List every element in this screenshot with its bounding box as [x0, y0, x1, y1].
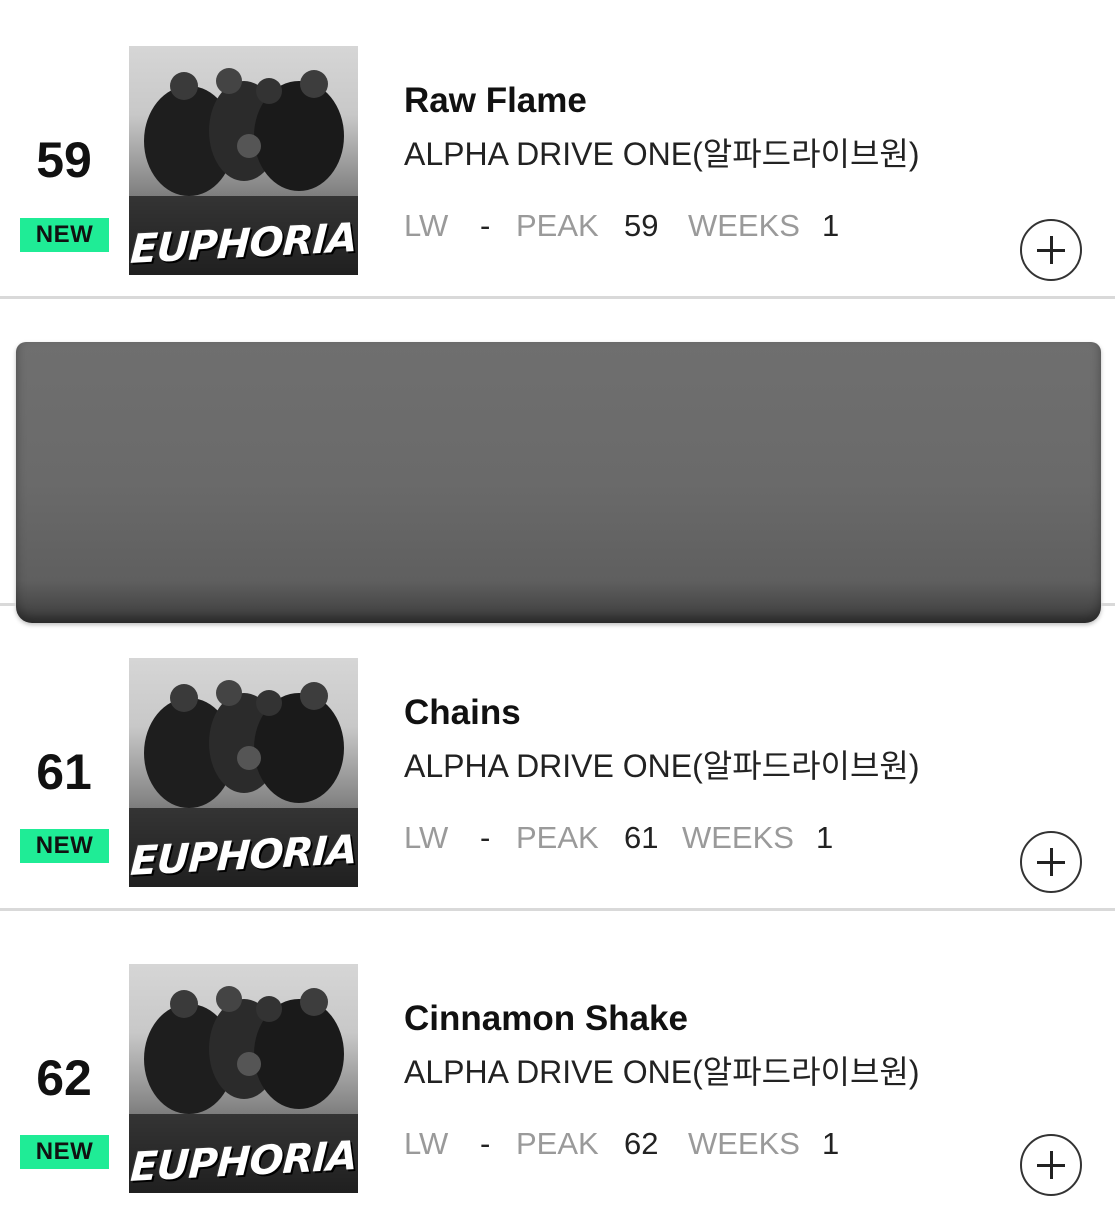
row-divider [0, 908, 1115, 911]
rank-number: 61 [36, 744, 92, 800]
last-week-value: - [480, 208, 491, 243]
chart-entry[interactable]: 62 NEW EUPHORIA Cinnamon Shake ALPHA DRI… [0, 918, 1115, 1218]
peak-value: 59 [624, 208, 659, 243]
weeks-value: 1 [816, 820, 834, 855]
row-divider [0, 296, 1115, 299]
song-title[interactable]: Raw Flame [404, 81, 587, 121]
new-badge: NEW [20, 1135, 109, 1169]
artist-name[interactable]: ALPHA DRIVE ONE(알파드라이브원) [404, 134, 920, 174]
peak-label: PEAK [516, 208, 599, 243]
rank-number: 59 [36, 132, 92, 188]
row-divider [0, 603, 16, 606]
peak-label: PEAK [516, 1126, 599, 1161]
peak-label: PEAK [516, 820, 599, 855]
peak-value: 61 [624, 820, 659, 855]
last-week-label: LW [404, 820, 449, 855]
weeks-value: 1 [822, 1126, 840, 1161]
redaction-overlay [16, 342, 1101, 623]
album-cover[interactable]: EUPHORIA [129, 964, 358, 1193]
peak-value: 62 [624, 1126, 659, 1161]
artist-name[interactable]: ALPHA DRIVE ONE(알파드라이브원) [404, 746, 920, 786]
album-cover[interactable]: EUPHORIA [129, 46, 358, 275]
chart-entry[interactable]: 61 NEW EUPHORIA Chains ALPHA DRIVE ONE(알… [0, 612, 1115, 912]
add-to-playlist-button[interactable] [1020, 831, 1082, 893]
artist-name[interactable]: ALPHA DRIVE ONE(알파드라이브원) [404, 1052, 920, 1092]
weeks-label: WEEKS [688, 208, 800, 243]
add-to-playlist-button[interactable] [1020, 219, 1082, 281]
weeks-label: WEEKS [688, 1126, 800, 1161]
last-week-value: - [480, 1126, 491, 1161]
rank-number: 62 [36, 1050, 92, 1106]
new-badge: NEW [20, 829, 109, 863]
weeks-value: 1 [822, 208, 840, 243]
album-cover[interactable]: EUPHORIA [129, 658, 358, 887]
last-week-label: LW [404, 1126, 449, 1161]
weeks-label: WEEKS [682, 820, 794, 855]
last-week-label: LW [404, 208, 449, 243]
add-to-playlist-button[interactable] [1020, 1134, 1082, 1196]
new-badge: NEW [20, 218, 109, 252]
chart-entry[interactable]: 59 NEW EUPHORIA Raw Flame ALPHA DRIVE ON… [0, 0, 1115, 300]
song-title[interactable]: Chains [404, 693, 521, 733]
row-divider [1101, 603, 1115, 606]
last-week-value: - [480, 820, 491, 855]
song-title[interactable]: Cinnamon Shake [404, 999, 688, 1039]
